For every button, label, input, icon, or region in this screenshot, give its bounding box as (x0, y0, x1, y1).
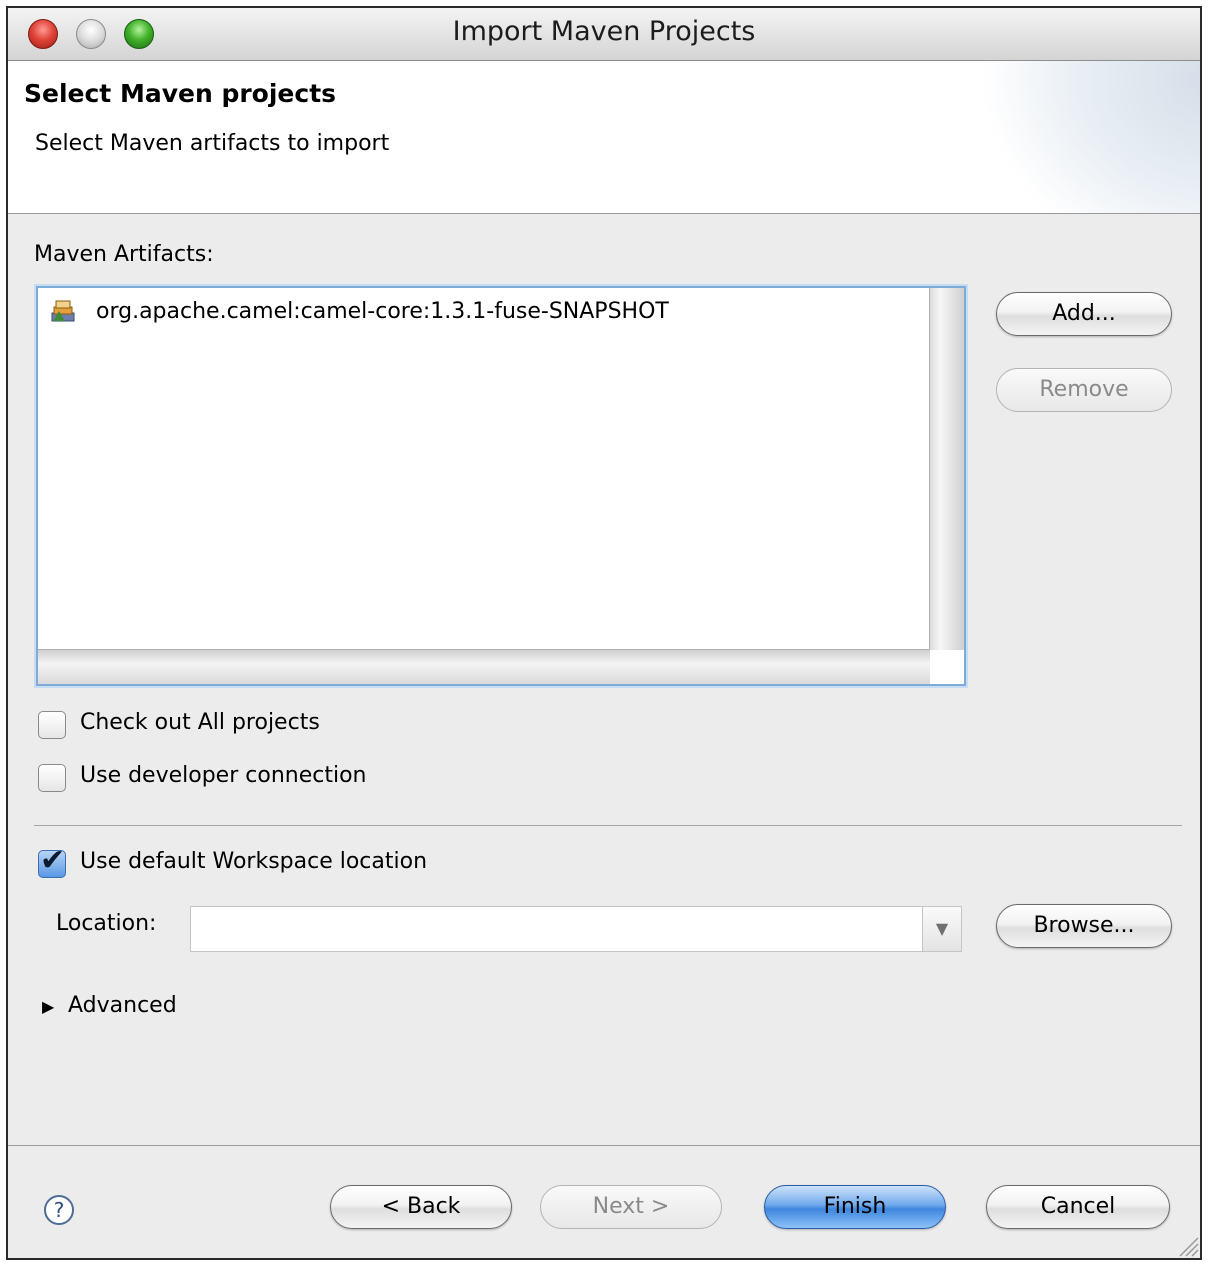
checkout-all-label: Check out All projects (80, 710, 320, 735)
developer-connection-label: Use developer connection (80, 763, 367, 788)
cancel-button[interactable]: Cancel (986, 1185, 1170, 1229)
page-description: Select Maven artifacts to import (35, 131, 390, 156)
advanced-toggle[interactable]: Advanced (68, 993, 177, 1018)
import-maven-projects-dialog: Import Maven Projects Select Maven proje… (6, 6, 1202, 1260)
help-icon[interactable]: ? (44, 1195, 74, 1225)
section-divider (34, 825, 1182, 826)
default-workspace-checkbox[interactable]: ✔ (38, 843, 66, 878)
finish-button[interactable]: Finish (764, 1185, 946, 1229)
artifacts-label: Maven Artifacts: (34, 242, 214, 267)
checkmark-icon: ✔ (40, 843, 66, 878)
next-button[interactable]: Next > (540, 1185, 722, 1229)
location-label: Location: (56, 911, 157, 936)
location-combo[interactable]: ▼ (190, 906, 962, 952)
horizontal-scrollbar[interactable] (38, 649, 930, 684)
footer-divider (8, 1145, 1200, 1146)
list-item[interactable]: org.apache.camel:camel-core:1.3.1-fuse-S… (50, 296, 669, 326)
disclosure-triangle-icon[interactable]: ▶ (42, 997, 54, 1016)
checkout-all-checkbox[interactable] (38, 711, 66, 739)
developer-connection-checkbox[interactable] (38, 764, 66, 792)
wizard-header: Select Maven projects Select Maven artif… (8, 61, 1200, 214)
chevron-down-icon[interactable]: ▼ (922, 907, 961, 951)
back-button[interactable]: < Back (330, 1185, 512, 1229)
artifacts-list[interactable]: org.apache.camel:camel-core:1.3.1-fuse-S… (36, 286, 966, 686)
page-title: Select Maven projects (24, 79, 337, 108)
remove-button[interactable]: Remove (996, 368, 1172, 412)
vertical-scrollbar[interactable] (929, 288, 964, 650)
add-button[interactable]: Add... (996, 292, 1172, 336)
default-workspace-label: Use default Workspace location (80, 849, 428, 874)
title-bar[interactable]: Import Maven Projects (8, 8, 1200, 61)
artifact-name: org.apache.camel:camel-core:1.3.1-fuse-S… (96, 298, 669, 324)
browse-button[interactable]: Browse... (996, 904, 1172, 948)
header-decoration (980, 61, 1200, 213)
window-title: Import Maven Projects (452, 16, 756, 47)
resize-grip-icon[interactable] (1174, 1232, 1200, 1258)
maven-artifact-icon (51, 300, 75, 322)
